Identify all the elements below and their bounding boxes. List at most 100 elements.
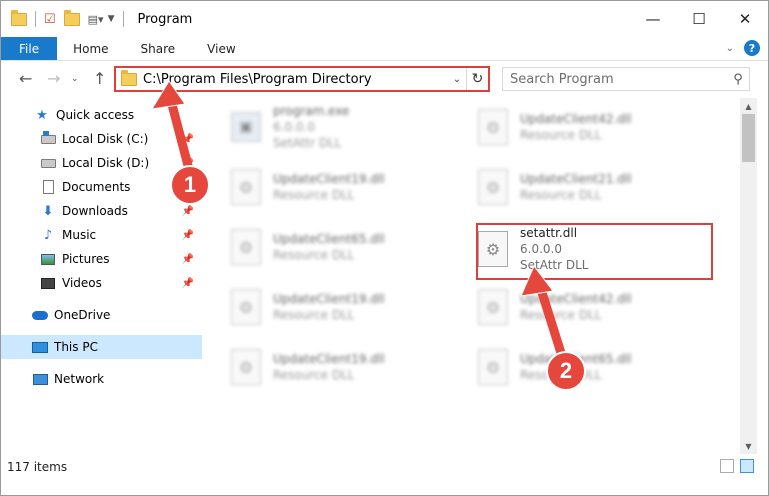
this-pc-icon — [32, 340, 48, 354]
list-item[interactable]: ⚙ UpdateClient42.dll Resource DLL — [478, 102, 718, 152]
pin-icon[interactable]: 📌 — [182, 134, 194, 145]
sidebar-item-downloads[interactable]: ⬇ Downloads 📌 — [1, 199, 202, 223]
details-view-icon[interactable] — [720, 459, 734, 473]
scroll-down-icon[interactable]: ▼ — [740, 438, 757, 454]
refresh-icon[interactable]: ↻ — [466, 68, 488, 90]
list-item[interactable]: ⚙ UpdateClient19.dll Resource DLL — [231, 342, 471, 392]
vertical-scrollbar[interactable]: ▲ ▼ — [740, 98, 757, 454]
sidebar-item-network[interactable]: Network — [1, 367, 202, 391]
pin-icon[interactable]: 📌 — [182, 278, 194, 289]
close-button[interactable]: ✕ — [722, 1, 768, 37]
recent-locations-icon[interactable]: ⌄ — [71, 74, 79, 84]
sidebar-item-quick-access[interactable]: ★ Quick access — [1, 103, 202, 127]
folder-icon[interactable] — [11, 9, 27, 26]
folder-icon — [121, 69, 137, 86]
dll-file-icon: ⚙ — [231, 169, 261, 205]
tab-file[interactable]: File — [1, 37, 58, 60]
forward-arrow-icon[interactable]: → — [47, 69, 60, 88]
sidebar-item-label: Music — [62, 228, 97, 242]
sidebar-item-music[interactable]: ♪ Music 📌 — [1, 223, 202, 247]
explorer-window: ☑ ▤▾ ▼ Program — ☐ ✕ File Home Share Vie… — [0, 0, 769, 496]
list-item[interactable]: ⚙ UpdateClient19.dll Resource DLL — [231, 282, 471, 332]
scroll-up-icon[interactable]: ▲ — [740, 98, 757, 114]
title-bar: ☑ ▤▾ ▼ Program — ☐ ✕ — [1, 1, 768, 37]
file-name: UpdateClient65.dll — [273, 232, 385, 246]
chevron-down-icon[interactable]: ⌄ — [726, 43, 734, 54]
toolbar-divider — [122, 11, 124, 27]
search-box[interactable]: Search Program ⚲ — [502, 67, 750, 91]
file-description: Resource DLL — [520, 128, 602, 142]
file-description: Resource DLL — [273, 188, 355, 202]
file-description: Resource DLL — [273, 308, 355, 322]
properties-icon[interactable]: ☑ — [44, 12, 56, 27]
disk-c-icon — [40, 130, 56, 146]
file-name: UpdateClient19.dll — [273, 292, 385, 306]
window-controls: — ☐ ✕ — [630, 1, 768, 37]
dll-file-icon: ⚙ — [478, 349, 508, 385]
tab-view[interactable]: View — [191, 37, 251, 60]
customize-toolbar-icon[interactable]: ▤▾ — [88, 13, 104, 26]
pin-icon[interactable]: 📌 — [182, 254, 194, 265]
quick-access-toolbar: ☑ ▤▾ ▼ — [11, 9, 128, 27]
pin-icon[interactable]: 📌 — [182, 206, 194, 217]
sidebar-item-this-pc[interactable]: This PC — [1, 335, 202, 359]
file-description: Resource DLL — [273, 368, 355, 382]
minimize-button[interactable]: — — [630, 1, 676, 37]
disk-d-icon — [40, 156, 56, 170]
sidebar-item-pictures[interactable]: Pictures 📌 — [1, 247, 202, 271]
sidebar-item-local-disk-c[interactable]: Local Disk (C:) 📌 — [1, 127, 202, 151]
window-title: Program — [137, 11, 193, 27]
file-name: UpdateClient19.dll — [273, 352, 385, 366]
maximize-button[interactable]: ☐ — [676, 1, 722, 37]
status-bar: 117 items — [1, 455, 768, 479]
tab-home[interactable]: Home — [57, 37, 124, 60]
chevron-down-icon[interactable]: ⌄ — [448, 74, 466, 85]
address-bar[interactable]: C:\Program Files\Program Directory ⌄ ↻ — [114, 66, 490, 92]
dll-file-icon: ⚙ — [478, 109, 508, 145]
file-name: UpdateClient19.dll — [273, 172, 385, 186]
dll-file-icon: ⚙ — [231, 229, 261, 265]
ribbon-tabs: File Home Share View ⌄ ? — [1, 37, 768, 61]
downloads-icon: ⬇ — [42, 203, 54, 219]
file-name: UpdateClient21.dll — [520, 172, 632, 186]
file-description: Resource DLL — [520, 188, 602, 202]
scroll-thumb[interactable] — [742, 114, 755, 162]
file-name: program.exe — [273, 104, 350, 118]
list-item[interactable]: ⚙ UpdateClient19.dll Resource DLL — [231, 162, 471, 212]
music-icon: ♪ — [43, 227, 53, 243]
new-folder-icon[interactable] — [63, 9, 80, 26]
sidebar-item-label: Pictures — [62, 252, 110, 266]
sidebar-item-videos[interactable]: Videos 📌 — [1, 271, 202, 295]
file-name: UpdateClient42.dll — [520, 292, 632, 306]
list-item[interactable]: ⚙ UpdateClient42.dll Resource DLL — [478, 282, 718, 332]
file-description: Resource DLL — [520, 308, 602, 322]
help-icon[interactable]: ? — [744, 40, 760, 56]
up-arrow-icon[interactable]: ↑ — [93, 69, 106, 88]
search-icon[interactable]: ⚲ — [727, 72, 749, 87]
sidebar-item-label: This PC — [54, 340, 98, 354]
dll-file-icon: ⚙ — [478, 289, 508, 325]
list-item[interactable]: ▣ program.exe 6.0.0.0 SetAttr DLL — [231, 102, 471, 152]
search-input[interactable]: Search Program — [510, 72, 727, 87]
pin-icon[interactable]: 📌 — [182, 230, 194, 241]
list-item[interactable]: ⚙ UpdateClient65.dll Resource DLL — [478, 342, 718, 392]
sidebar-item-local-disk-d[interactable]: Local Disk (D:) 📌 — [1, 151, 202, 175]
tab-share[interactable]: Share — [125, 37, 192, 60]
dll-file-icon: ⚙ — [231, 289, 261, 325]
item-count: 117 items — [7, 460, 68, 474]
dropdown-arrow-icon[interactable]: ▼ — [108, 14, 115, 24]
dll-file-icon: ⚙ — [478, 169, 508, 205]
large-icons-view-icon[interactable] — [740, 459, 754, 473]
sidebar-item-label: Quick access — [56, 108, 135, 122]
ribbon-right-controls: ⌄ ? — [726, 40, 760, 56]
documents-icon — [40, 180, 56, 194]
exe-file-icon: ▣ — [231, 112, 261, 142]
list-item[interactable]: ⚙ UpdateClient65.dll Resource DLL — [231, 222, 471, 272]
annotation-badge-2: 2 — [546, 351, 586, 391]
address-path[interactable]: C:\Program Files\Program Directory — [143, 72, 448, 87]
list-item[interactable]: ⚙ UpdateClient21.dll Resource DLL — [478, 162, 718, 212]
toolbar-divider — [35, 11, 36, 27]
sidebar-item-onedrive[interactable]: OneDrive — [1, 303, 202, 327]
back-arrow-icon[interactable]: ← — [19, 69, 32, 88]
sidebar-item-label: Downloads — [62, 204, 128, 218]
